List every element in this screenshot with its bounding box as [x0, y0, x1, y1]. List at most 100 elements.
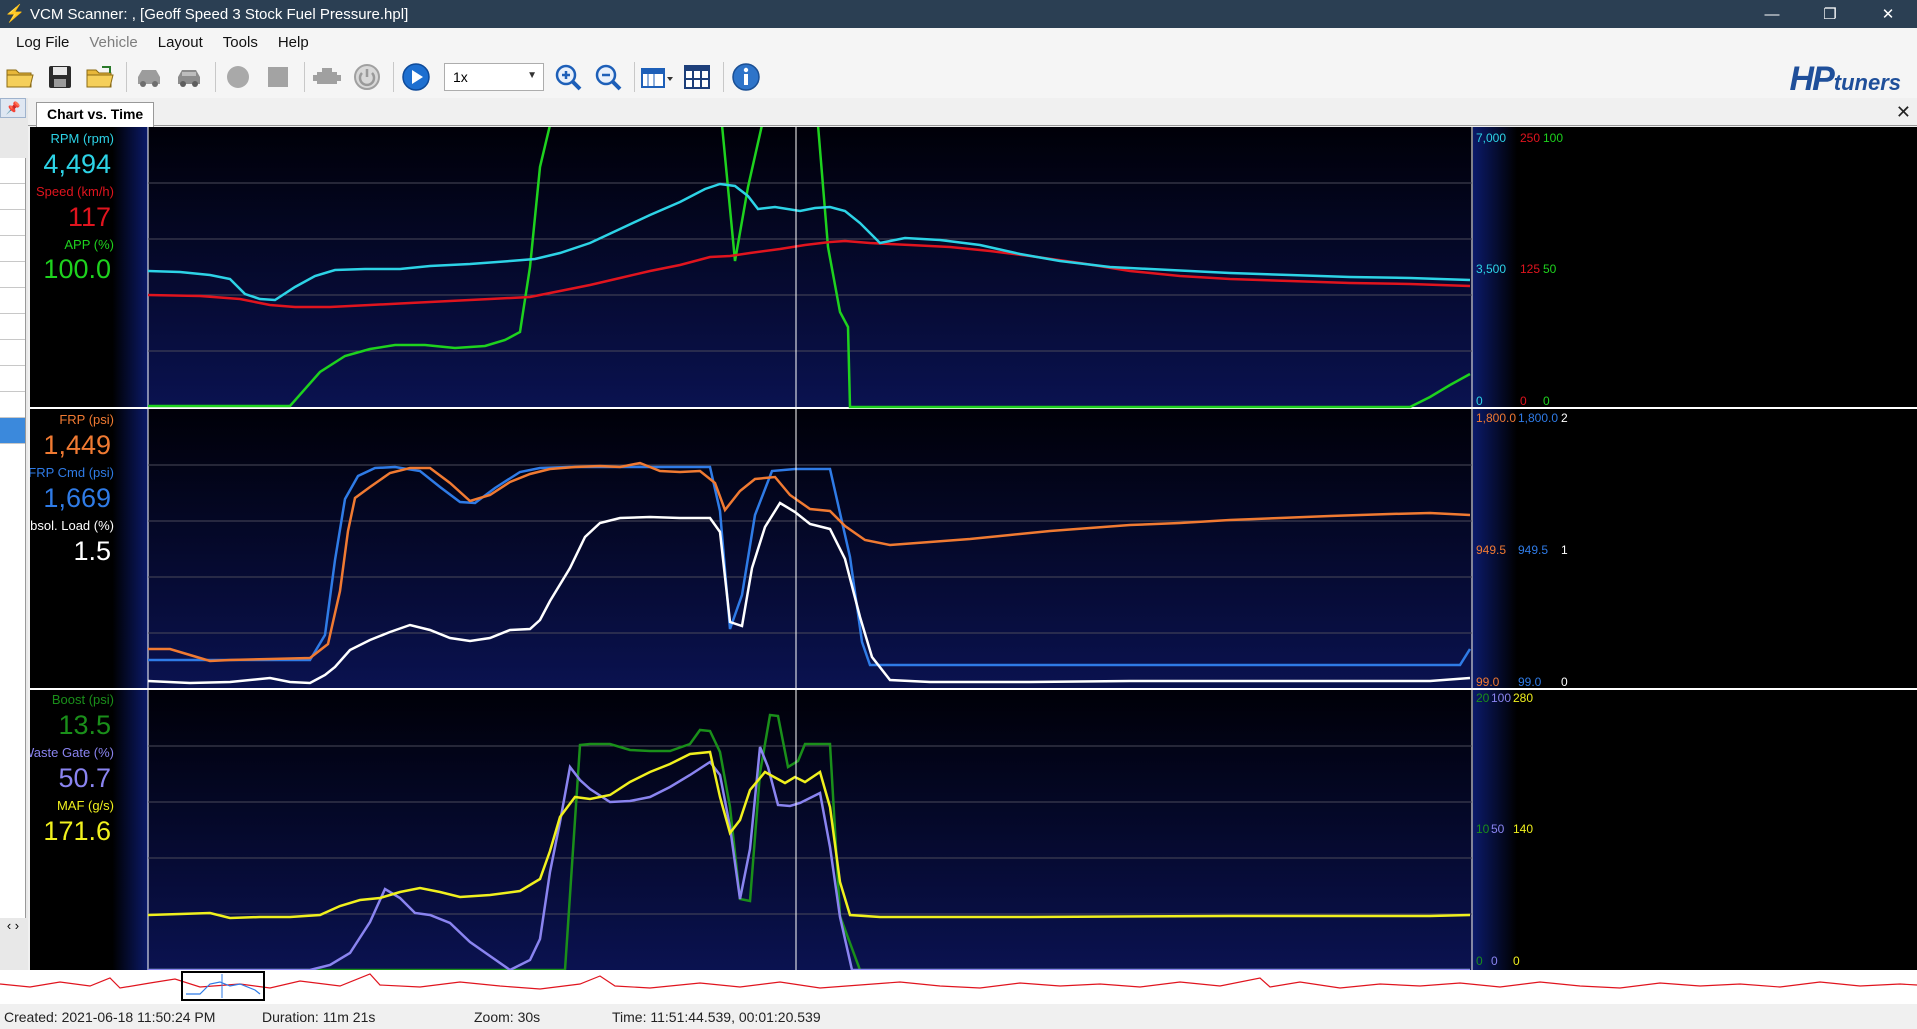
scale-frp-top: 1,800.0 [1476, 411, 1516, 425]
pin-icon[interactable]: 📌 [0, 98, 26, 118]
scale-frp-mid: 949.5 [1476, 543, 1506, 557]
label-frp-cmd: FRP Cmd (psi) [30, 465, 114, 480]
scale-frp-cmd-top: 1,800.0 [1518, 411, 1558, 425]
hp-tuners-logo: HP tuners [1789, 60, 1901, 98]
tab-close-icon[interactable]: ✕ [1896, 102, 1911, 123]
scale-wastegate-mid: 50 [1491, 822, 1505, 836]
window-title: VCM Scanner: , [Geoff Speed 3 Stock Fuel… [30, 5, 409, 23]
panel-3-background [148, 690, 1473, 970]
list-item[interactable] [0, 366, 25, 392]
menu-vehicle[interactable]: Vehicle [79, 34, 147, 51]
scale-load-mid: 1 [1561, 543, 1568, 557]
scale-rpm-mid: 3,500 [1476, 262, 1506, 276]
vehicle-icon[interactable] [131, 59, 167, 95]
layout-icon[interactable] [639, 59, 675, 95]
tab-strip: Chart vs. Time ✕ [28, 98, 1917, 127]
scale-wastegate-bot: 0 [1491, 954, 1498, 968]
open-folder-icon[interactable] [2, 59, 38, 95]
status-bar: Created: 2021-06-18 11:50:24 PM Duration… [0, 1004, 1917, 1029]
status-zoom: Zoom: 30s [474, 1009, 541, 1025]
list-item[interactable] [0, 314, 25, 340]
scale-app-top: 100 [1543, 131, 1563, 145]
value-absol-load: 1.5 [73, 536, 111, 566]
scale-boost-bot: 0 [1476, 954, 1483, 968]
value-maf: 171.6 [43, 816, 111, 846]
channel-list [0, 158, 26, 918]
playback-speed-value: 1x [453, 69, 468, 85]
open-recent-icon[interactable] [82, 59, 118, 95]
menu-tools[interactable]: Tools [213, 34, 268, 51]
info-icon[interactable] [728, 59, 764, 95]
log-overview-strip[interactable] [0, 970, 1917, 1004]
list-item[interactable] [0, 418, 25, 444]
record-icon[interactable] [220, 59, 256, 95]
status-duration: Duration: 11m 21s [262, 1009, 376, 1025]
list-item[interactable] [0, 184, 25, 210]
list-item[interactable] [0, 262, 25, 288]
value-boost: 13.5 [58, 710, 111, 740]
minimize-button[interactable]: — [1743, 0, 1801, 28]
status-time: Time: 11:51:44.539, 00:01:20.539 [612, 1009, 821, 1025]
save-icon[interactable] [42, 59, 78, 95]
label-boost: Boost (psi) [52, 692, 114, 707]
list-item[interactable] [0, 158, 25, 184]
menu-log-file[interactable]: Log File [6, 34, 79, 51]
lightning-icon: ⚡ [4, 4, 26, 23]
scale-speed-bot: 0 [1520, 394, 1527, 408]
scale-boost-mid: 10 [1476, 822, 1490, 836]
grid-icon[interactable] [679, 59, 715, 95]
vcm-scanner-window: ⚡ VCM Scanner: , [Geoff Speed 3 Stock Fu… [0, 0, 1917, 1029]
scale-load-top: 2 [1561, 411, 1568, 425]
scale-frp-cmd-mid: 949.5 [1518, 543, 1548, 557]
channel-list-sidebar: 📌 ‹ › [0, 98, 28, 970]
label-rpm: RPM (rpm) [50, 131, 114, 146]
scale-maf-bot: 0 [1513, 954, 1520, 968]
close-button[interactable]: ✕ [1859, 0, 1917, 28]
list-item[interactable] [0, 210, 25, 236]
zoom-in-icon[interactable] [550, 59, 586, 95]
playback-speed-select[interactable]: 1x ▼ [444, 63, 544, 91]
tab-chart-vs-time[interactable]: Chart vs. Time [36, 102, 155, 127]
scale-frp-bot: 99.0 [1476, 675, 1500, 689]
power-icon[interactable] [349, 59, 385, 95]
list-item[interactable] [0, 392, 25, 418]
value-speed: 117 [68, 202, 111, 232]
value-app: 100.0 [43, 254, 111, 284]
chart-area[interactable]: RPM (rpm) 4,494 Speed (km/h) 117 APP (%)… [30, 127, 1917, 970]
scale-app-mid: 50 [1543, 262, 1557, 276]
label-maf: MAF (g/s) [57, 798, 114, 813]
scale-speed-top: 250 [1520, 131, 1540, 145]
list-item[interactable] [0, 288, 25, 314]
scale-maf-mid: 140 [1513, 822, 1533, 836]
label-frp: FRP (psi) [59, 412, 114, 427]
vehicle-connect-icon[interactable] [171, 59, 207, 95]
scale-rpm-bot: 0 [1476, 394, 1483, 408]
list-item[interactable] [0, 236, 25, 262]
list-item[interactable] [0, 340, 25, 366]
chevron-down-icon: ▼ [527, 70, 537, 81]
scroll-arrows-icon[interactable]: ‹ › [0, 918, 26, 942]
label-waste-gate: Waste Gate (%) [30, 745, 114, 760]
scale-frp-cmd-bot: 99.0 [1518, 675, 1542, 689]
menu-help[interactable]: Help [268, 34, 319, 51]
label-speed: Speed (km/h) [36, 184, 114, 199]
menu-bar: Log File Vehicle Layout Tools Help [0, 28, 1917, 56]
play-icon[interactable] [398, 59, 434, 95]
stop-icon[interactable] [260, 59, 296, 95]
scale-maf-top: 280 [1513, 691, 1533, 705]
label-app: APP (%) [64, 237, 114, 252]
value-rpm: 4,494 [43, 149, 111, 179]
scale-rpm-top: 7,000 [1476, 131, 1506, 145]
zoom-out-icon[interactable] [590, 59, 626, 95]
scale-app-bot: 0 [1543, 394, 1550, 408]
label-absol-load: Absol. Load (%) [30, 518, 114, 533]
scale-speed-mid: 125 [1520, 262, 1540, 276]
value-frp: 1,449 [43, 430, 111, 460]
menu-layout[interactable]: Layout [148, 34, 213, 51]
maximize-button[interactable]: ❐ [1801, 0, 1859, 28]
chart-canvas[interactable]: RPM (rpm) 4,494 Speed (km/h) 117 APP (%)… [30, 127, 1917, 970]
status-created: Created: 2021-06-18 11:50:24 PM [4, 1009, 216, 1025]
engine-icon[interactable] [309, 59, 345, 95]
toolbar: 1x ▼ HP tuners [0, 56, 1917, 98]
value-frp-cmd: 1,669 [43, 483, 111, 513]
